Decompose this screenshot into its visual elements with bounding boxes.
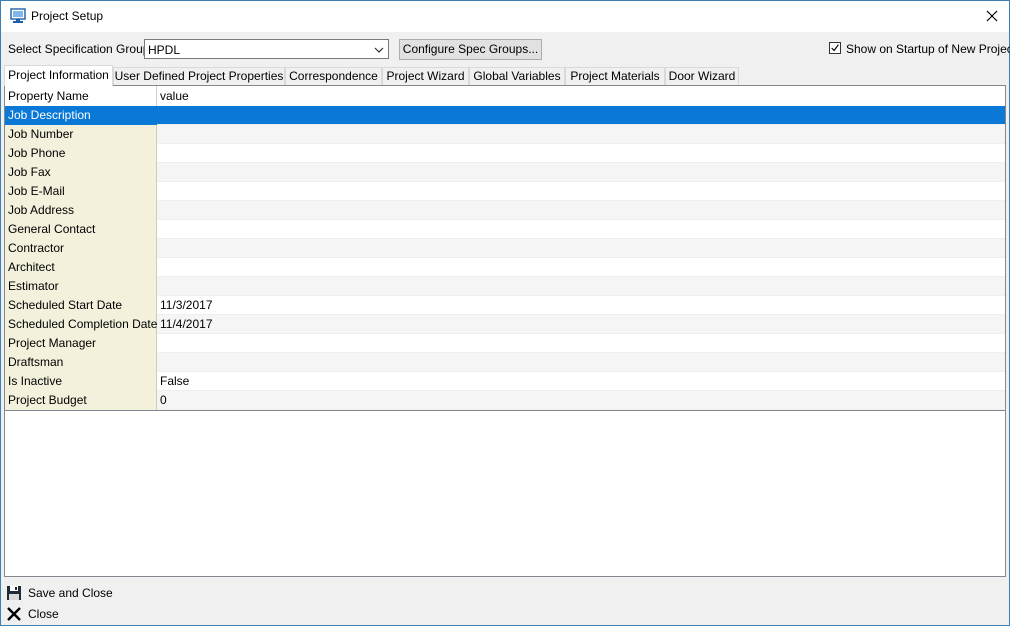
bottom-actions: Save and Close Close [1, 579, 1009, 625]
property-name-cell[interactable]: Contractor [5, 239, 157, 258]
property-name-cell[interactable]: General Contact [5, 220, 157, 239]
chevron-down-icon [374, 47, 384, 53]
property-name-cell[interactable]: Project Manager [5, 334, 157, 353]
table-row[interactable]: Project Manager [5, 334, 1005, 353]
property-name-cell[interactable]: Job E-Mail [5, 182, 157, 201]
tab-global-variables[interactable]: Global Variables [469, 67, 565, 85]
window-title: Project Setup [31, 9, 104, 23]
table-row[interactable]: Architect [5, 258, 1005, 277]
property-name-cell[interactable]: Is Inactive [5, 372, 157, 391]
save-and-close-label: Save and Close [28, 586, 113, 600]
header-value[interactable]: value [157, 86, 1005, 106]
property-value-cell[interactable] [157, 239, 1005, 258]
property-name-cell[interactable]: Job Phone [5, 144, 157, 163]
property-value-cell[interactable] [157, 182, 1005, 201]
table-row[interactable]: Scheduled Start Date 11/3/2017 [5, 296, 1005, 315]
property-name-cell[interactable]: Estimator [5, 277, 157, 296]
close-label: Close [28, 607, 59, 621]
table-row[interactable]: Job Description [5, 106, 1005, 125]
tab-project-wizard[interactable]: Project Wizard [382, 67, 469, 85]
project-setup-window: Project Setup Select Specification Group… [0, 0, 1010, 626]
configure-spec-groups-button[interactable]: Configure Spec Groups... [399, 39, 542, 60]
header-property-name[interactable]: Property Name [5, 86, 157, 106]
table-row[interactable]: Job Phone [5, 144, 1005, 163]
table-row[interactable]: Job Fax [5, 163, 1005, 182]
property-value-cell[interactable] [157, 201, 1005, 220]
tab-project-materials[interactable]: Project Materials [565, 67, 665, 85]
table-row[interactable]: Estimator [5, 277, 1005, 296]
table-row[interactable]: General Contact [5, 220, 1005, 239]
table-row[interactable]: Job E-Mail [5, 182, 1005, 201]
property-value-cell[interactable] [157, 144, 1005, 163]
spec-group-value: HPDL [148, 43, 181, 57]
table-row[interactable]: Job Address [5, 201, 1005, 220]
table-row[interactable]: Is Inactive False [5, 372, 1005, 391]
spec-group-select[interactable]: HPDL [144, 39, 389, 59]
grid-header: Property Name value [5, 86, 1005, 107]
table-row[interactable]: Job Number [5, 125, 1005, 144]
property-value-cell[interactable] [157, 277, 1005, 296]
table-row[interactable]: Contractor [5, 239, 1005, 258]
property-value-cell[interactable]: 0 [157, 391, 1005, 410]
table-row[interactable]: Scheduled Completion Date 11/4/2017 [5, 315, 1005, 334]
tab-door-wizard[interactable]: Door Wizard [665, 67, 739, 85]
property-value-cell[interactable]: 11/4/2017 [157, 315, 1005, 334]
property-value-cell[interactable] [157, 220, 1005, 239]
property-value-cell[interactable] [157, 163, 1005, 182]
property-name-cell[interactable]: Architect [5, 258, 157, 277]
property-value-cell[interactable]: False [157, 372, 1005, 391]
checkmark-icon [831, 44, 839, 52]
grid-divider [5, 410, 1005, 411]
property-value-cell[interactable]: 11/3/2017 [157, 296, 1005, 315]
property-value-cell[interactable] [157, 334, 1005, 353]
property-value-cell[interactable] [157, 125, 1005, 144]
tab-project-information[interactable]: Project Information [4, 65, 113, 86]
property-value-cell[interactable] [157, 106, 1005, 125]
close-icon[interactable] [981, 5, 1003, 27]
property-name-cell[interactable]: Job Description [5, 106, 157, 125]
property-name-cell[interactable]: Project Budget [5, 391, 157, 410]
property-name-cell[interactable]: Job Address [5, 201, 157, 220]
property-name-cell[interactable]: Scheduled Completion Date [5, 315, 157, 334]
x-icon [7, 607, 21, 621]
startup-checkbox[interactable] [829, 42, 841, 54]
property-value-cell[interactable] [157, 258, 1005, 277]
startup-checkbox-label: Show on Startup of New Project [846, 42, 1010, 56]
table-row[interactable]: Draftsman [5, 353, 1005, 372]
table-row[interactable]: Project Budget 0 [5, 391, 1005, 410]
property-name-cell[interactable]: Job Fax [5, 163, 157, 182]
project-setup-icon [10, 8, 26, 23]
property-value-cell[interactable] [157, 353, 1005, 372]
property-name-cell[interactable]: Draftsman [5, 353, 157, 372]
tab-user-defined-project-properties[interactable]: User Defined Project Properties [113, 67, 285, 85]
property-grid-panel: Property Name value Job Description Job N… [4, 85, 1006, 577]
tab-correspondence[interactable]: Correspondence [285, 67, 382, 85]
title-bar: Project Setup [1, 1, 1009, 32]
property-name-cell[interactable]: Scheduled Start Date [5, 296, 157, 315]
spec-group-label: Select Specification Group [8, 42, 150, 56]
property-name-cell[interactable]: Job Number [5, 125, 157, 144]
floppy-disk-icon [7, 586, 21, 600]
